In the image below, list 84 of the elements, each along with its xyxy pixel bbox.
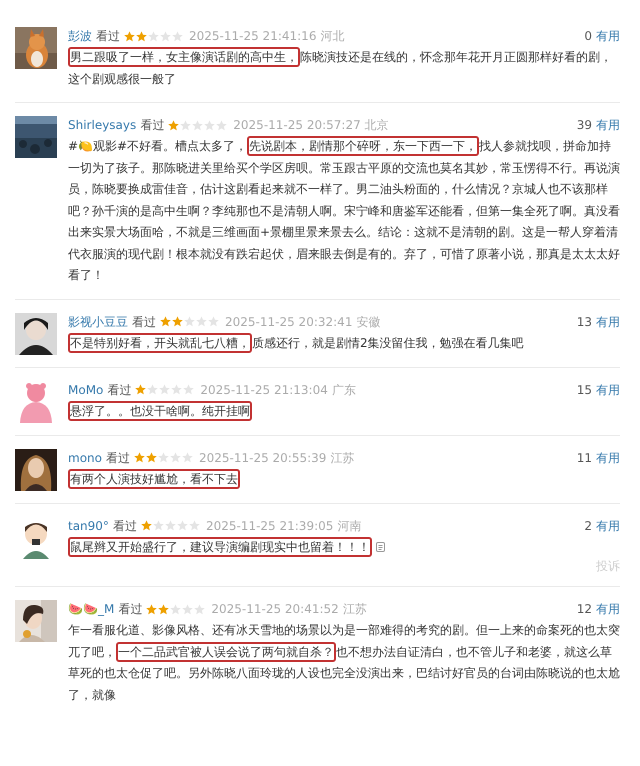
star-icon (164, 520, 176, 531)
star-icon (172, 30, 183, 42)
review-time: 2025-11-25 20:57:27 (233, 117, 361, 134)
star-icon (146, 604, 158, 614)
review-time: 2025-11-25 21:39:05 (206, 518, 334, 534)
note-icon[interactable] (376, 542, 385, 552)
useful-link[interactable]: 有用 (596, 312, 620, 330)
star-icon (182, 452, 193, 463)
useful-link[interactable]: 有用 (596, 448, 620, 466)
star-icon (176, 520, 188, 531)
useful-count: 12 (576, 601, 592, 618)
star-icon (159, 384, 170, 395)
watch-status: 看过 (107, 382, 132, 398)
star-icon (194, 604, 206, 614)
watch-status: 看过 (96, 28, 120, 45)
user-name[interactable]: 🍉🍉_M (68, 600, 114, 618)
user-name[interactable]: Shirleysays (68, 116, 136, 134)
star-icon (158, 452, 169, 463)
useful-count: 39 (576, 117, 592, 134)
star-icon (180, 120, 192, 130)
star-icon (160, 30, 171, 42)
star-icon (184, 316, 195, 327)
star-icon (140, 520, 152, 531)
review-time: 2025-11-25 20:55:39 (198, 450, 326, 466)
star-icon (216, 120, 228, 130)
star-icon (136, 30, 147, 42)
star-icon (171, 384, 182, 395)
review-time: 2025-11-25 21:41:16 (189, 28, 316, 45)
star-icon (170, 452, 181, 463)
watch-status: 看过 (140, 117, 164, 134)
useful-link[interactable]: 有用 (596, 27, 620, 45)
star-icon (124, 30, 135, 42)
star-icon (208, 316, 219, 327)
review-location: 江苏 (330, 450, 354, 466)
review-text: 有两个人演技好尴尬，看不下去 (68, 468, 620, 490)
useful-count: 11 (576, 450, 592, 466)
user-name[interactable]: MoMo (68, 380, 104, 398)
star-icon (135, 384, 146, 395)
star-icon (188, 520, 200, 531)
review-location: 江苏 (342, 601, 367, 618)
review-location: 广东 (332, 382, 356, 398)
useful-count: 15 (576, 382, 592, 398)
star-icon (170, 604, 182, 614)
user-name[interactable]: 彭波 (68, 27, 92, 45)
star-icon (196, 316, 207, 327)
useful-link[interactable]: 有用 (596, 516, 620, 534)
user-name[interactable]: tan90° (68, 516, 109, 534)
review-location: 河南 (337, 518, 362, 534)
star-icon (152, 520, 164, 531)
star-icon (183, 384, 194, 395)
useful-count: 2 (584, 518, 592, 534)
watch-status: 看过 (112, 518, 137, 534)
review-location: 安徽 (356, 314, 380, 330)
useful-link[interactable]: 有用 (596, 116, 620, 134)
star-icon (192, 120, 204, 130)
star-icon (134, 452, 145, 463)
review-location: 北京 (364, 117, 389, 134)
star-icon (168, 120, 180, 130)
watch-status: 看过 (132, 314, 156, 330)
star-icon (172, 316, 183, 327)
review-time: 2025-11-25 20:41:52 (211, 601, 339, 618)
star-icon (158, 604, 170, 614)
review-text: 不是特别好看，开头就乱七八糟， 质感还行，就是剧情2集没留住我，勉强在看几集吧 (68, 332, 620, 354)
review-text: 男二跟吸了一样，女主像演话剧的高中生， 陈晓演技还是在线的，怀念那年花开月正圆那样好看的剧，这个剧观感很一般了 (68, 47, 620, 90)
review-text: 乍一看服化道、影像风格、还有冰天雪地的场景以为是一部难得的考究的剧。但一上来的命案死的也太突兀了吧， 一个二品武官被人误会说了两句就自杀？ 也不想办法自证清白，也不管儿子和老婆，就这么草草死的也太仓促了吧。另外陈晓八面玲珑的人设也完全没演出来，巴结讨好官员的台词由陈晓说的也太尬了，就像 (68, 622, 620, 704)
review-time: 2025-11-25 21:13:04 (200, 382, 328, 398)
watch-status: 看过 (106, 450, 130, 466)
star-icon (147, 384, 158, 395)
useful-count: 13 (576, 314, 592, 330)
useful-link[interactable]: 有用 (596, 600, 620, 618)
user-name[interactable]: mono (68, 448, 102, 466)
watch-status: 看过 (118, 601, 142, 618)
review-location: 河北 (320, 28, 344, 45)
review-text: #🍋观影#不好看。槽点太多了， 先说剧本，剧情那个碎呀，东一下西一下， 找人参就找呗，拼命加持一切为了孩子。那陈晓进关里给买个学区房呗。常玉跟古平原的交流也莫名其妙，常玉愣得不行。再说演员，陈晓要换成雷佳音，估计这剧看起来就不一样了。男二油头粉面的，什么情况？京城人也不该那样吧？孙千演的是高中生啊？李纯那也不是清朝人啊。宋宁峰和唐鉴军还能看，但第一集全死了啊。真没看出来实景大场面哈，不就是三维画面+景棚里景来景去么。结论：这就不是清朝的剧。这是一帮人穿着清代衣服演的现代剧！根本就没有跌宕起伏，眉来眼去倒是有的。弃了，可惜了原著小说，那真是太太太好看了！ (68, 136, 620, 286)
review-text: 悬浮了。。也没干啥啊。纯开挂啊 (68, 400, 620, 422)
star-icon (204, 120, 216, 130)
useful-count: 0 (584, 28, 592, 45)
star-icon (148, 30, 159, 42)
useful-link[interactable]: 有用 (596, 380, 620, 398)
star-icon (146, 452, 157, 463)
star-icon (182, 604, 194, 614)
star-icon (160, 316, 171, 327)
user-name[interactable]: 影视小豆豆 (68, 312, 128, 330)
review-time: 2025-11-25 20:32:41 (225, 314, 352, 330)
